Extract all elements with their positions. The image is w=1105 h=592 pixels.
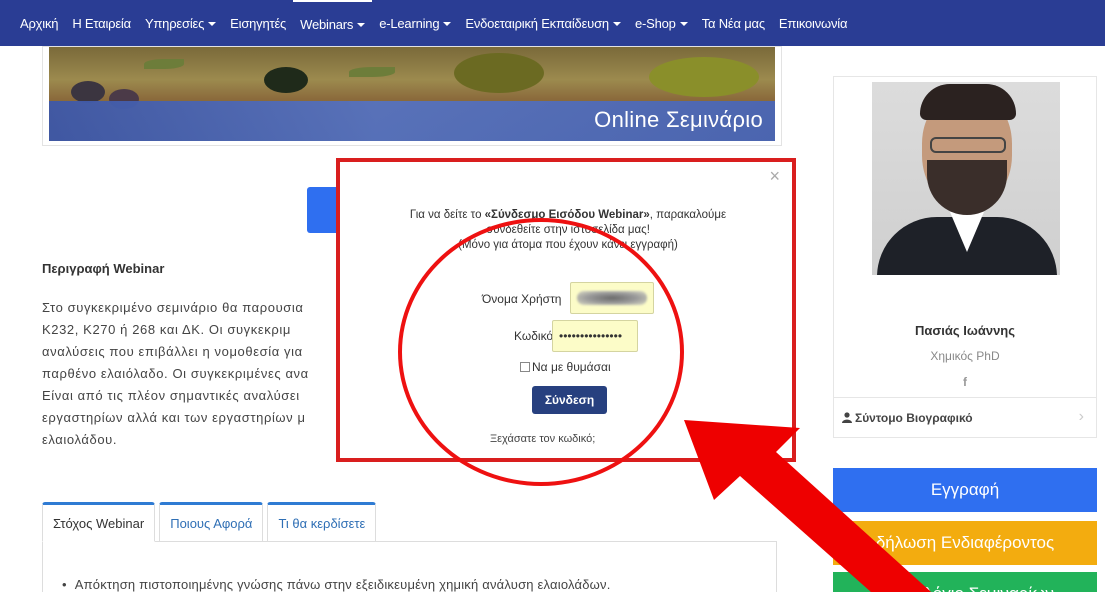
goal-bullet: Απόκτηση πιστοποιημένης γνώσης πάνω στην…	[62, 577, 611, 592]
section-title: Περιγραφή Webinar	[42, 261, 165, 276]
nav-item-elearning[interactable]: e-Learning	[372, 0, 458, 46]
banner-title: Online Σεμινάριο	[594, 107, 763, 132]
prompt-prefix: Για να δείτε το	[409, 209, 485, 221]
close-icon[interactable]: ×	[769, 166, 780, 187]
description-line: ελαιολάδου.	[42, 432, 118, 447]
photo-hair	[920, 84, 1016, 120]
webinar-description: Στο συγκεκριμένο σεμινάριο θα παρουσια Κ…	[42, 297, 352, 451]
photo-beard	[927, 160, 1007, 215]
nav-item-company[interactable]: Η Εταιρεία	[65, 0, 138, 46]
nav-label: Επικοινωνία	[778, 15, 848, 31]
nav-label: Ενδοεταιρική Εκπαίδευση	[465, 15, 609, 31]
description-line: παρθένο ελαιόλαδο. Οι συγκεκριμένες ανα	[42, 366, 309, 381]
description-line: Στο συγκεκριμένο σεμινάριο θα παρουσια	[42, 300, 304, 315]
top-navigation: Αρχική Η Εταιρεία Υπηρεσίες Εισηγητές We…	[0, 0, 1105, 46]
speaker-card: Πασιάς Ιωάννης Χημικός PhD f Σύντομο Βιο…	[833, 76, 1097, 438]
nav-label: Αρχική	[20, 15, 59, 31]
olive-shape	[71, 81, 105, 103]
description-line: Κ232, Κ270 ή 268 και ΔΚ. Οι συγκεκριμ	[42, 322, 291, 337]
leaf-shape	[349, 67, 395, 77]
caret-down-icon	[443, 22, 452, 26]
nav-item-home[interactable]: Αρχική	[0, 0, 65, 46]
photo-glasses	[930, 137, 1006, 153]
tab-audience[interactable]: Ποιους Αφορά	[159, 502, 264, 542]
caret-down-icon	[679, 22, 688, 26]
facebook-icon[interactable]: f	[834, 375, 1096, 389]
leaf-shape	[144, 59, 184, 69]
webinar-banner: Online Σεμινάριο	[42, 46, 782, 146]
nav-item-webinars[interactable]: Webinars	[293, 0, 373, 46]
prompt-bold: «Σύνδεσμο Εισόδου Webinar»	[484, 209, 650, 221]
nav-item-contact[interactable]: Επικοινωνία	[772, 0, 854, 46]
nav-label: e-Shop	[634, 15, 676, 31]
red-arrow-icon	[684, 420, 932, 592]
nav-label: Η Εταιρεία	[72, 15, 131, 31]
caret-down-icon	[612, 22, 621, 26]
tab-goal[interactable]: Στόχος Webinar	[42, 502, 156, 542]
nav-label: e-Learning	[379, 15, 440, 31]
tab-benefits[interactable]: Τι θα κερδίσετε	[267, 502, 377, 542]
prompt-suffix: , παρακαλούμε	[649, 209, 727, 221]
nav-item-inhouse-training[interactable]: Ενδοεταιρική Εκπαίδευση	[458, 0, 628, 46]
caret-down-icon	[357, 23, 366, 27]
description-line: αναλύσεις που επιβάλλει η νομοθεσία για	[42, 344, 303, 359]
tab-bar: Στόχος Webinar Ποιους Αφορά Τι θα κερδίσ…	[42, 502, 380, 542]
nav-label: Εισηγητές	[230, 15, 287, 31]
description-line: Είναι από τις πλέον σημαντικές αναλύσει	[42, 388, 300, 403]
description-line: εργαστηρίων αλλά και των εργαστηρίων μ	[42, 410, 306, 425]
speaker-name: Πασιάς Ιωάννης	[915, 323, 1015, 338]
caret-down-icon	[208, 22, 217, 26]
nav-item-eshop[interactable]: e-Shop	[628, 0, 695, 46]
nav-label: Τα Νέα μας	[701, 15, 765, 31]
highlight-ellipse	[398, 218, 684, 486]
speaker-title: Χημικός PhD	[930, 349, 1000, 363]
nav-item-speakers[interactable]: Εισηγητές	[223, 0, 293, 46]
banner-image: Online Σεμινάριο	[49, 47, 775, 141]
nav-item-news[interactable]: Τα Νέα μας	[695, 0, 772, 46]
speaker-photo	[872, 82, 1060, 275]
olive-shape	[264, 67, 308, 93]
olive-bowl-shape	[454, 53, 544, 93]
nav-item-services[interactable]: Υπηρεσίες	[138, 0, 223, 46]
nav-label: Webinars	[300, 16, 354, 32]
olive-bowl-shape	[649, 57, 759, 97]
nav-label: Υπηρεσίες	[144, 15, 205, 31]
